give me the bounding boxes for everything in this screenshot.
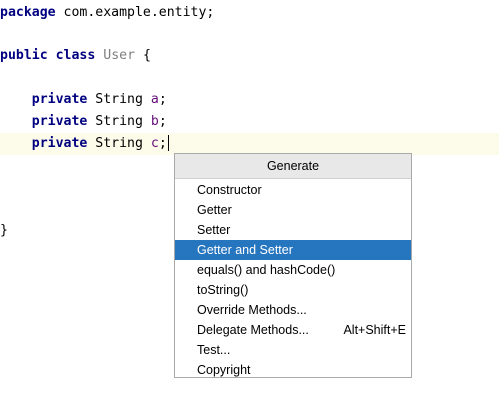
field-b-modifier: private xyxy=(31,114,88,129)
menu-item-label: Getter and Setter xyxy=(197,243,293,257)
menu-item-label: Getter xyxy=(197,203,232,217)
public-keyword: public xyxy=(0,48,48,63)
field-b-type: String xyxy=(87,114,151,129)
field-b-name: b xyxy=(150,114,159,129)
text-caret xyxy=(167,135,169,151)
menu-item-label: Delegate Methods... xyxy=(197,323,309,337)
class-keyword: class xyxy=(55,48,96,63)
menu-item-getter[interactable]: Getter xyxy=(175,200,411,220)
menu-item-constructor[interactable]: Constructor xyxy=(175,180,411,200)
open-brace: { xyxy=(135,48,151,63)
generate-menu-title: Generate xyxy=(175,154,411,179)
close-brace: } xyxy=(0,223,8,238)
code-line-package[interactable]: package com.example.entity; xyxy=(0,2,499,24)
code-line-class-declaration[interactable]: public class User { xyxy=(0,45,499,67)
class-name: User xyxy=(103,48,136,63)
menu-item-getter-and-setter[interactable]: Getter and Setter xyxy=(175,240,411,260)
field-a-semicolon: ; xyxy=(158,92,167,107)
field-b-semicolon: ; xyxy=(158,114,167,129)
menu-item-label: toString() xyxy=(197,283,249,297)
package-keyword: package xyxy=(0,5,56,20)
generate-menu-items: Constructor Getter Setter Getter and Set… xyxy=(175,179,411,380)
menu-item-setter[interactable]: Setter xyxy=(175,220,411,240)
field-c-type: String xyxy=(87,136,151,151)
code-line-field-c[interactable]: private String c; xyxy=(0,133,499,155)
menu-item-label: Setter xyxy=(197,223,231,237)
menu-item-label: Test... xyxy=(197,343,231,357)
menu-item-test[interactable]: Test... xyxy=(175,340,411,360)
menu-item-label: Constructor xyxy=(197,183,262,197)
code-line-field-b[interactable]: private String b; xyxy=(0,111,499,133)
menu-item-delegate-methods[interactable]: Delegate Methods... Alt+Shift+E xyxy=(175,320,411,340)
field-a-modifier: private xyxy=(31,92,88,107)
menu-item-equals-hashcode[interactable]: equals() and hashCode() xyxy=(175,260,411,280)
menu-item-label: Copyright xyxy=(197,363,251,377)
menu-item-tostring[interactable]: toString() xyxy=(175,280,411,300)
field-a-name: a xyxy=(150,92,159,107)
field-c-name: c xyxy=(150,136,159,151)
menu-item-copyright[interactable]: Copyright xyxy=(175,360,411,380)
menu-item-label: equals() and hashCode() xyxy=(197,263,336,277)
code-line-field-a[interactable]: private String a; xyxy=(0,89,499,111)
menu-item-shortcut: Alt+Shift+E xyxy=(343,323,406,337)
generate-popup-menu[interactable]: Generate Constructor Getter Setter Gette… xyxy=(174,153,412,378)
menu-item-label: Override Methods... xyxy=(197,303,307,317)
menu-item-override-methods[interactable]: Override Methods... xyxy=(175,300,411,320)
field-c-modifier: private xyxy=(31,136,88,151)
field-a-type: String xyxy=(87,92,151,107)
package-name: com.example.entity; xyxy=(55,5,215,20)
field-c-semicolon: ; xyxy=(158,136,167,151)
